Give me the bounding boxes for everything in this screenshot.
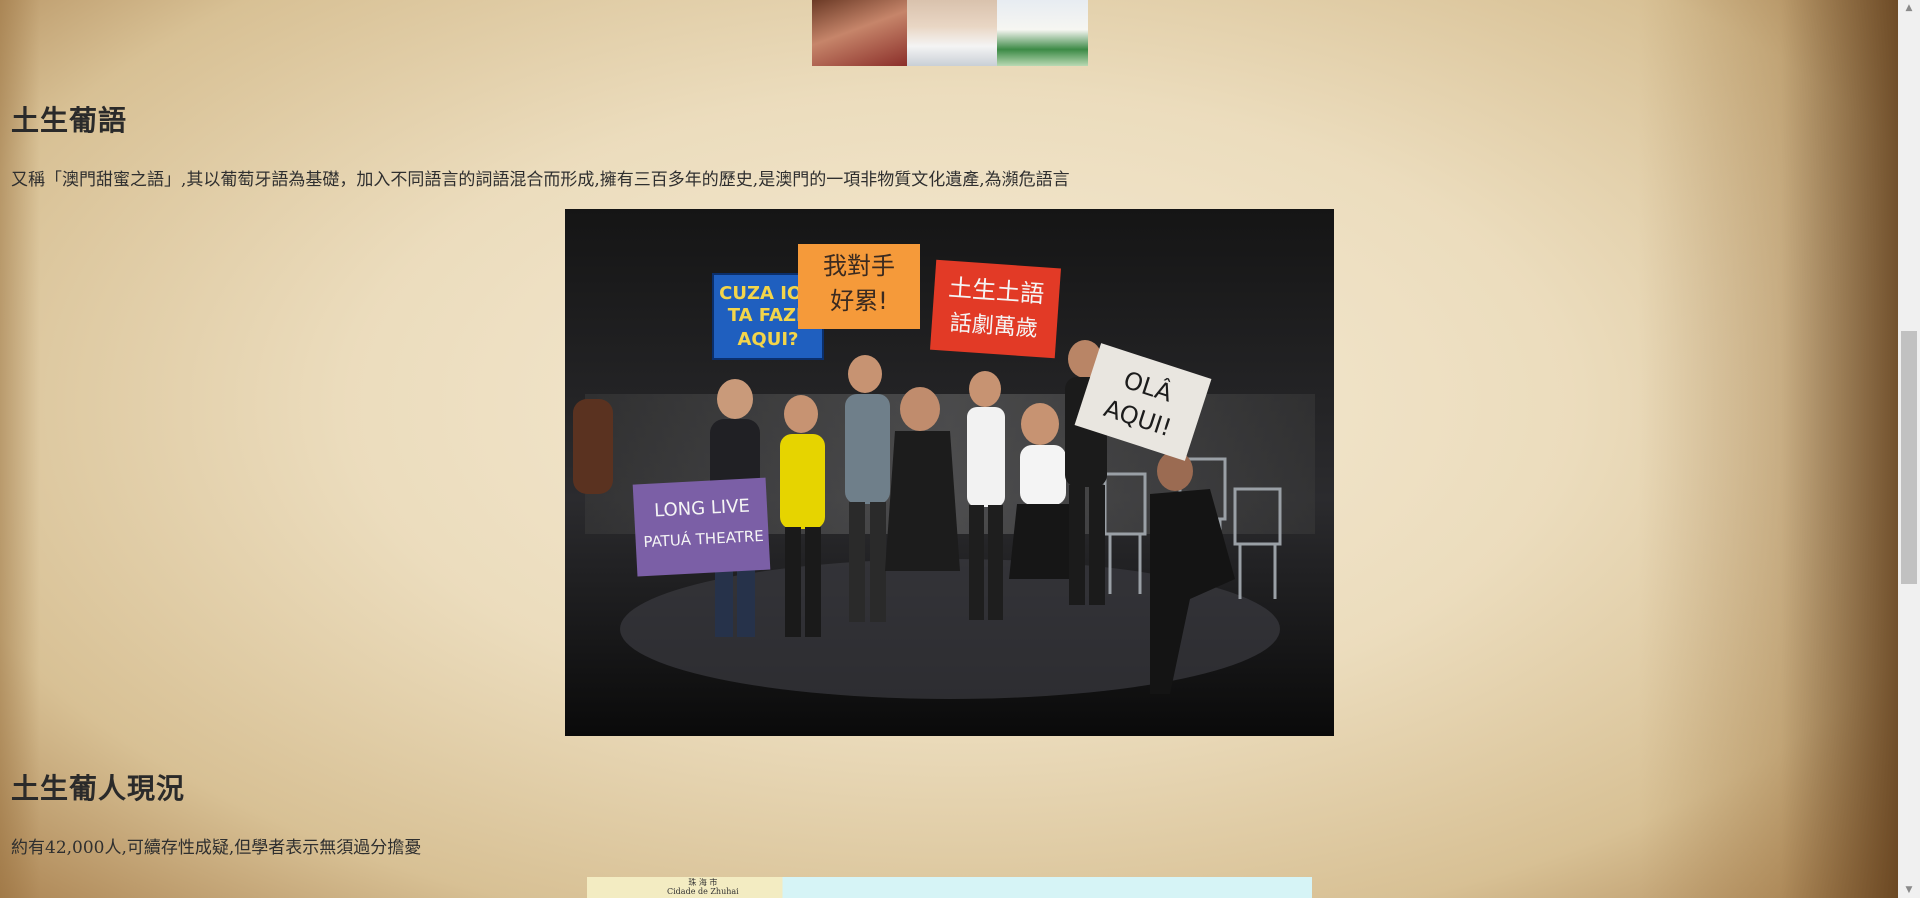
section-heading-patua: 土生葡語 <box>11 104 128 137</box>
map-label-portuguese: Cidade de Zhuhai <box>667 887 739 896</box>
sign-blue-line-2: TA FAZE <box>728 305 809 326</box>
map-city-label: 珠 海 市 Cidade de Zhuhai <box>667 878 739 896</box>
portrait-athlete-image <box>997 0 1088 66</box>
sign-purple: LONG LIVE PATUÁ THEATRE <box>632 477 771 577</box>
page-content: 土生葡語 又稱「澳門甜蜜之語」,其以葡萄牙語為基礎，加入不同語言的詞語混合而形成… <box>0 0 1898 898</box>
sign-orange: 我對手 好累! <box>798 244 920 329</box>
macau-map-image: 珠 海 市 Cidade de Zhuhai <box>587 877 1312 898</box>
scroll-down-arrow-icon[interactable]: ▼ <box>1898 882 1920 898</box>
section-body-patua: 又稱「澳門甜蜜之語」,其以葡萄牙語為基礎，加入不同語言的詞語混合而形成,擁有三百… <box>11 170 1070 190</box>
top-image-strip <box>812 0 1088 66</box>
portrait-woman-image <box>812 0 907 66</box>
map-label-chinese: 珠 海 市 <box>688 878 718 887</box>
photo-illustration: CUZA IOU TA FAZE AQUI? 我對手 好累! 土生土語 話劇萬歲… <box>565 209 1334 736</box>
vertical-scrollbar[interactable]: ▲ ▼ <box>1898 0 1920 898</box>
sign-orange-line-2: 好累! <box>830 287 888 315</box>
sign-orange-line-1: 我對手 <box>823 252 895 280</box>
portrait-driver-image <box>907 0 997 66</box>
stage-armchair <box>573 399 613 494</box>
scrollbar-thumb[interactable] <box>1901 331 1917 584</box>
scroll-up-arrow-icon[interactable]: ▲ <box>1898 0 1920 16</box>
section-body-status: 約有42,000人,可續存性成疑,但學者表示無須過分擔憂 <box>11 838 422 858</box>
section-heading-status: 土生葡人現況 <box>11 772 186 805</box>
patua-theatre-photo: CUZA IOU TA FAZE AQUI? 我對手 好累! 土生土語 話劇萬歲… <box>565 209 1334 736</box>
sign-red: 土生土語 話劇萬歲 <box>930 259 1061 359</box>
sign-blue-line-3: AQUI? <box>738 329 799 350</box>
